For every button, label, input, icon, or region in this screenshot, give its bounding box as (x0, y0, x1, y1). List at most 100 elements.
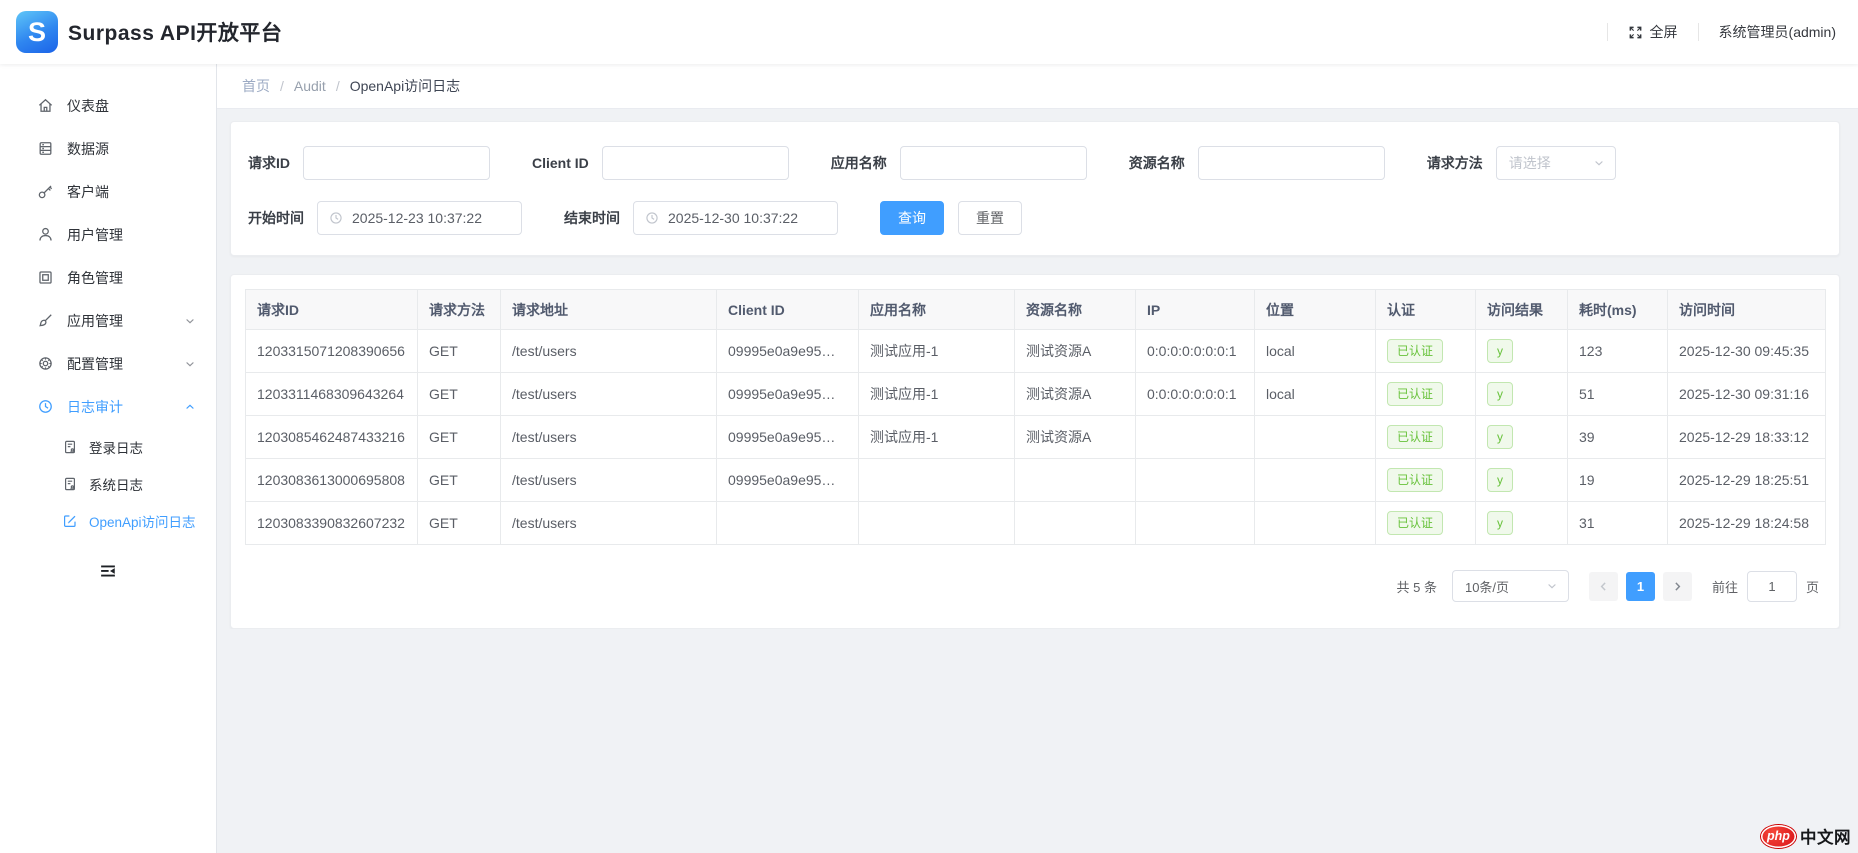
sidebar-item-client[interactable]: 客户端 (0, 170, 216, 213)
chevron-up-icon (184, 401, 196, 413)
sidebar-item-label: 应用管理 (67, 312, 123, 329)
filter-panel: 请求ID Client ID 应用名称 资源名称 请求方法 请选择 开始时间 2… (230, 121, 1840, 256)
cell-auth: 已认证 (1375, 329, 1476, 373)
cell-location (1254, 501, 1376, 545)
breadcrumb-separator: / (335, 78, 340, 94)
home-icon (37, 97, 54, 114)
end-time-value: 2025-12-30 10:37:22 (668, 210, 798, 226)
database-icon (37, 140, 54, 157)
method-label: 请求方法 (1426, 155, 1483, 171)
end-time-picker[interactable]: 2025-12-30 10:37:22 (633, 201, 838, 235)
cell-ip: 0:0:0:0:0:0:0:1 (1135, 329, 1255, 373)
sidebar-item-audit[interactable]: 日志审计 (0, 385, 216, 428)
sidebar-item-label: 用户管理 (67, 226, 123, 243)
page-number-button[interactable]: 1 (1625, 571, 1655, 601)
auth-tag: 已认证 (1387, 381, 1444, 407)
cell-auth: 已认证 (1375, 458, 1476, 502)
log-table: 请求ID 请求方法 请求地址 Client ID 应用名称 资源名称 IP 位置 认证 访问结果耗… (245, 289, 1826, 545)
page-size-select[interactable]: 10条/页 (1451, 570, 1569, 602)
system-log-icon (62, 476, 78, 492)
user-icon (37, 226, 54, 243)
cell-url: /test/users (500, 501, 717, 545)
reset-button[interactable]: 重置 (958, 201, 1022, 235)
user-menu[interactable]: 系统管理员(admin) (1719, 22, 1836, 42)
cell-request-id: 1203085462487433216 (245, 415, 418, 459)
cell-time: 2025-12-29 18:25:51 (1667, 458, 1826, 502)
sidebar-item-dashboard[interactable]: 仪表盘 (0, 84, 216, 127)
clock-icon (37, 398, 54, 415)
app-header: S Surpass API开放平台 全屏 系统管理员(admin) (0, 0, 1858, 64)
breadcrumb-separator: / (280, 78, 284, 94)
cell-url: /test/users (500, 329, 717, 373)
sidebar-item-roles[interactable]: 角色管理 (0, 256, 216, 299)
breadcrumb-audit[interactable]: Audit (294, 78, 326, 94)
sidebar-item-users[interactable]: 用户管理 (0, 213, 216, 256)
sidebar-item-system-log[interactable]: 系统日志 (0, 465, 216, 502)
edit-icon (62, 513, 78, 529)
sidebar-item-datasource[interactable]: 数据源 (0, 127, 216, 170)
cell-auth: 已认证 (1375, 501, 1476, 545)
request-id-input[interactable] (303, 146, 490, 180)
cell-location: local (1254, 372, 1376, 416)
sidebar-item-login-log[interactable]: 登录日志 (0, 428, 216, 465)
column-header: 访问结果 (1475, 289, 1568, 330)
column-header: 请求ID (245, 289, 418, 330)
cell-resource (1014, 458, 1136, 502)
cell-url: /test/users (500, 458, 717, 502)
cell-location: local (1254, 329, 1376, 373)
result-tag: y (1487, 381, 1513, 407)
app-name-label: 应用名称 (830, 155, 887, 171)
result-tag: y (1487, 338, 1513, 364)
client-id-input[interactable] (601, 146, 789, 180)
sidebar-item-label: 配置管理 (67, 355, 123, 372)
cell-client-id: 09995e0a9e95… (716, 458, 859, 502)
sidebar-collapse-button[interactable] (92, 555, 124, 587)
column-header: 资源名称 (1014, 289, 1136, 330)
clock-icon (645, 211, 659, 225)
breadcrumb-home[interactable]: 首页 (242, 76, 270, 96)
table-row: 1203083613000695808 GET /test/users 0999… (245, 458, 1826, 502)
header-divider (1697, 23, 1699, 41)
start-time-label: 开始时间 (248, 210, 304, 226)
cell-result: y (1475, 458, 1568, 502)
cell-app-name: 测试应用-1 (858, 415, 1015, 459)
role-icon (37, 269, 54, 286)
fullscreen-label: 全屏 (1649, 24, 1678, 40)
sidebar-item-config[interactable]: 配置管理 (0, 342, 216, 385)
sidebar-item-label: 仪表盘 (67, 97, 109, 114)
column-header: 访问时间 (1667, 289, 1826, 330)
column-header: 耗时(ms) (1567, 289, 1668, 330)
cell-client-id: 09995e0a9e95… (716, 415, 859, 459)
app-name-input[interactable] (899, 146, 1087, 180)
app-title: Surpass API开放平台 (68, 22, 283, 45)
sidebar-item-label: 客户端 (67, 183, 109, 200)
table-row: 1203083390832607232 GET /test/users 已认证 … (245, 501, 1826, 545)
start-time-picker[interactable]: 2025-12-23 10:37:22 (317, 201, 522, 235)
cell-method: GET (417, 501, 501, 545)
chevron-down-icon (184, 358, 196, 370)
php-badge-icon: php (1761, 824, 1796, 848)
resource-name-input[interactable] (1197, 146, 1385, 180)
search-button[interactable]: 查询 (880, 201, 944, 235)
cell-url: /test/users (500, 372, 717, 416)
cell-location (1254, 458, 1376, 502)
prev-page-button[interactable] (1588, 571, 1618, 601)
cell-cost: 31 (1567, 501, 1668, 545)
method-select[interactable]: 请选择 (1495, 146, 1616, 180)
method-select-placeholder: 请选择 (1508, 155, 1551, 171)
cell-auth: 已认证 (1375, 372, 1476, 416)
resource-name-label: 资源名称 (1128, 155, 1185, 171)
sidebar-item-apps[interactable]: 应用管理 (0, 299, 216, 342)
badge-icon (37, 355, 54, 372)
column-header: 认证 (1375, 289, 1476, 330)
goto-page-input[interactable] (1746, 570, 1797, 602)
cell-resource: 测试资源A (1014, 329, 1136, 373)
php-cn-watermark: php 中文网 (1761, 824, 1851, 848)
sidebar-item-openapi-log[interactable]: OpenApi访问日志 (0, 502, 216, 539)
column-header: 请求地址 (500, 289, 717, 330)
cell-method: GET (417, 458, 501, 502)
fullscreen-button[interactable]: 全屏 (1628, 22, 1678, 42)
result-tag: y (1487, 467, 1513, 493)
chevron-down-icon (1593, 157, 1605, 169)
next-page-button[interactable] (1662, 571, 1692, 601)
